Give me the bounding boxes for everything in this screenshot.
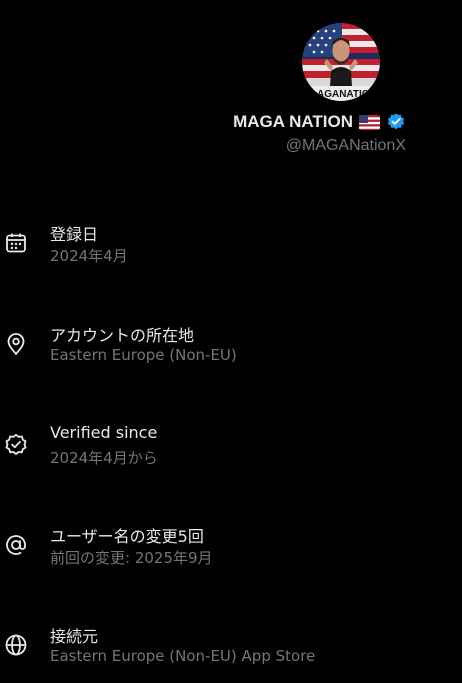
detail-row-connected-via: 接続元 Eastern Europe (Non-EU) App Store (0, 623, 462, 683)
detail-value: 前回の変更: 2025年9月 (50, 549, 213, 567)
profile-handle[interactable]: @MAGANationX (0, 137, 406, 155)
detail-value: 2024年4月から (50, 449, 158, 467)
at-sign-icon (4, 533, 28, 557)
profile-avatar[interactable]: AGANATIC (302, 23, 380, 101)
detail-row-verified-since: Verified since 2024年4月から (0, 423, 462, 483)
globe-icon (4, 633, 28, 657)
detail-title: ユーザー名の変更5回 (50, 527, 204, 546)
detail-row-account-location: アカウントの所在地 Eastern Europe (Non-EU) (0, 322, 462, 382)
flag-emoji (359, 114, 380, 130)
detail-title: Verified since (50, 423, 158, 442)
detail-title: 登録日 (50, 225, 99, 244)
detail-value: Eastern Europe (Non-EU) App Store (50, 647, 316, 665)
calendar-icon (4, 231, 28, 255)
verified-badge-icon (4, 433, 28, 457)
display-name: MAGA NATION (233, 112, 353, 131)
svg-text:AGANATIC: AGANATIC (317, 89, 369, 100)
verified-badge-icon[interactable] (386, 112, 406, 132)
detail-title: 接続元 (50, 627, 99, 646)
detail-value: Eastern Europe (Non-EU) (50, 346, 237, 364)
detail-row-username-changes: ユーザー名の変更5回 前回の変更: 2025年9月 (0, 523, 462, 583)
detail-title: アカウントの所在地 (50, 326, 195, 345)
detail-row-join-date: 登録日 2024年4月 (0, 221, 462, 281)
profile-name-line: MAGA NATION (0, 111, 406, 133)
location-pin-icon (4, 332, 28, 356)
detail-value: 2024年4月 (50, 247, 128, 265)
us-flag-icon (359, 114, 380, 130)
avatar-image: AGANATIC (302, 23, 380, 101)
